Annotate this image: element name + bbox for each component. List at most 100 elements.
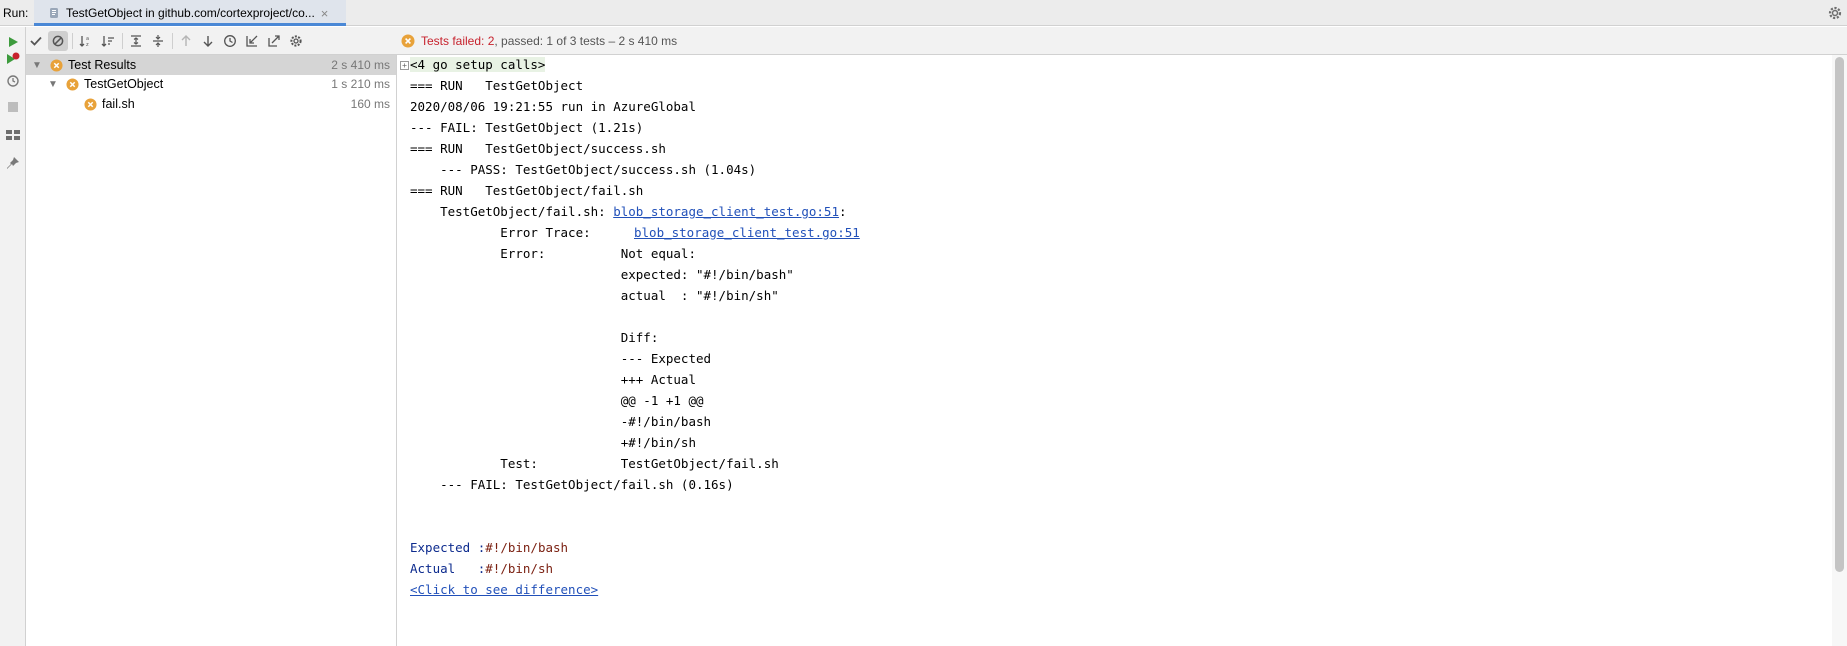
tree-item-duration: 160 ms <box>350 97 390 111</box>
tree-item-fail-sh[interactable]: fail.sh 160 ms <box>26 94 396 114</box>
console-line-setup: <4 go setup calls> <box>410 54 546 75</box>
show-passed-button[interactable] <box>26 31 46 51</box>
tree-item-duration: 1 s 210 ms <box>331 77 390 91</box>
arrow-up-icon <box>181 35 191 46</box>
sort-alpha-icon: az <box>79 36 89 48</box>
tree-item-test-results[interactable]: ▼ Test Results 2 s 410 ms <box>26 55 396 75</box>
import-icon <box>246 35 258 47</box>
tree-item-label: fail.sh <box>102 97 135 111</box>
test-failed-icon <box>50 58 63 72</box>
console-line: === RUN TestGetObject/success.sh <box>410 141 666 156</box>
tree-item-duration: 2 s 410 ms <box>331 58 390 72</box>
tests-failed-count: Tests failed: 2 <box>421 33 495 48</box>
actual-line: Actual :#!/bin/sh <box>410 558 553 579</box>
fold-expand-icon[interactable]: + <box>400 61 409 70</box>
tests-summary-text: , passed: 1 of 3 tests – 2 s 410 ms <box>494 33 678 48</box>
console-line: === RUN TestGetObject <box>410 78 584 93</box>
active-tab-indicator <box>34 23 346 26</box>
console-line: -#!/bin/bash <box>410 414 712 429</box>
console-line: --- FAIL: TestGetObject/fail.sh (0.16s) <box>410 477 734 492</box>
tree-item-label: TestGetObject <box>84 77 164 91</box>
history-icon <box>224 35 236 47</box>
test-failed-icon <box>401 34 415 47</box>
checkmark-icon <box>30 36 42 46</box>
test-failed-icon <box>84 97 97 111</box>
play-icon <box>9 37 18 47</box>
gear-icon[interactable] <box>1827 5 1843 21</box>
diff-line: <Click to see difference> <box>410 579 598 600</box>
next-failed-test-button[interactable] <box>198 31 218 51</box>
sort-alphabetically-button[interactable]: az <box>76 31 96 51</box>
auto-rerun-icon <box>7 75 19 87</box>
rerun-failed-icon <box>7 52 20 64</box>
actual-value: #!/bin/sh <box>485 561 553 576</box>
layout-icon <box>6 130 20 140</box>
arrow-down-icon <box>203 36 213 47</box>
import-tests-button[interactable] <box>242 31 262 51</box>
test-history-button[interactable] <box>220 31 240 51</box>
console-line: +#!/bin/sh <box>410 435 696 450</box>
test-settings-button[interactable] <box>286 31 306 51</box>
console-line: actual : "#!/bin/sh" <box>410 288 779 303</box>
console-line: +++ Actual <box>410 372 696 387</box>
console-output[interactable]: + <4 go setup calls> === RUN TestGetObje… <box>398 55 1832 646</box>
run-label: Run: <box>3 6 29 20</box>
console-line: TestGetObject/fail.sh: blob_storage_clie… <box>410 201 847 222</box>
expected-value: #!/bin/bash <box>485 540 569 555</box>
collapse-all-icon <box>153 35 163 47</box>
console-scrollbar[interactable] <box>1832 55 1847 646</box>
source-link[interactable]: blob_storage_client_test.go:51 <box>634 225 860 240</box>
pin-tab-button[interactable] <box>3 153 23 173</box>
run-tab-testgetobject[interactable]: TestGetObject in github.com/cortexprojec… <box>34 0 346 26</box>
go-setup-calls-folded[interactable]: <4 go setup calls> <box>410 57 546 72</box>
run-tab-title: TestGetObject in github.com/cortexprojec… <box>66 6 315 20</box>
console-line: expected: "#!/bin/bash" <box>410 267 794 282</box>
console-line: === RUN TestGetObject/fail.sh <box>410 183 644 198</box>
layout-button[interactable] <box>3 125 23 145</box>
expand-arrow-icon[interactable]: ▼ <box>32 60 42 71</box>
expand-all-button[interactable] <box>126 31 146 51</box>
console-line: --- FAIL: TestGetObject (1.21s) <box>410 120 644 135</box>
console-line: --- Expected <box>410 351 712 366</box>
test-failed-icon <box>66 77 79 91</box>
expected-label: Expected : <box>410 540 486 555</box>
console-text: TestGetObject/fail.sh: <box>410 204 614 219</box>
sort-by-duration-button[interactable] <box>98 31 118 51</box>
go-test-icon <box>50 8 58 18</box>
console-line: 2020/08/06 19:21:55 run in AzureGlobal <box>410 99 696 114</box>
sort-duration-icon <box>101 36 114 47</box>
console-line: Diff: <box>410 330 659 345</box>
gear-icon <box>290 35 302 47</box>
close-icon[interactable]: × <box>321 7 329 20</box>
rerun-failed-button[interactable] <box>3 49 23 69</box>
console-text: : <box>838 204 847 219</box>
see-difference-link[interactable]: <Click to see difference> <box>410 582 598 597</box>
console-text: Error Trace: <box>410 225 621 240</box>
collapse-all-button[interactable] <box>148 31 168 51</box>
test-status-summary: Tests failed: 2, passed: 1 of 3 tests – … <box>397 27 1847 55</box>
actual-label: Actual : <box>410 561 486 576</box>
source-link[interactable]: blob_storage_client_test.go:51 <box>613 204 839 219</box>
console-line: @@ -1 +1 @@ <box>410 393 704 408</box>
pin-icon <box>7 157 19 169</box>
tree-item-label: Test Results <box>68 58 137 72</box>
expand-all-icon <box>131 35 141 47</box>
expand-arrow-icon[interactable]: ▼ <box>48 79 58 90</box>
stop-button[interactable] <box>3 97 23 117</box>
console-line: Error Trace: blob_storage_client_test.go… <box>410 222 860 243</box>
expected-line: Expected :#!/bin/bash <box>410 537 568 558</box>
toggle-auto-test-button[interactable] <box>3 71 23 91</box>
export-icon <box>268 35 280 47</box>
scrollbar-thumb[interactable] <box>1835 57 1844 572</box>
console-line: --- PASS: TestGetObject/success.sh (1.04… <box>410 162 757 177</box>
test-results-tree: ▼ Test Results 2 s 410 ms ▼ TestGetObjec… <box>26 55 397 646</box>
ignored-icon <box>52 35 64 47</box>
run-side-toolbar <box>0 27 26 646</box>
export-results-button[interactable] <box>264 31 284 51</box>
console-line: Error: Not equal: <box>410 246 696 261</box>
show-ignored-button[interactable] <box>48 31 68 51</box>
tree-item-testgetobject[interactable]: ▼ TestGetObject 1 s 210 ms <box>26 74 396 94</box>
run-tool-window-header: Run: TestGetObject in github.com/cortexp… <box>0 0 1847 26</box>
test-toolbar: az <box>26 27 397 55</box>
previous-failed-test-button[interactable] <box>176 31 196 51</box>
